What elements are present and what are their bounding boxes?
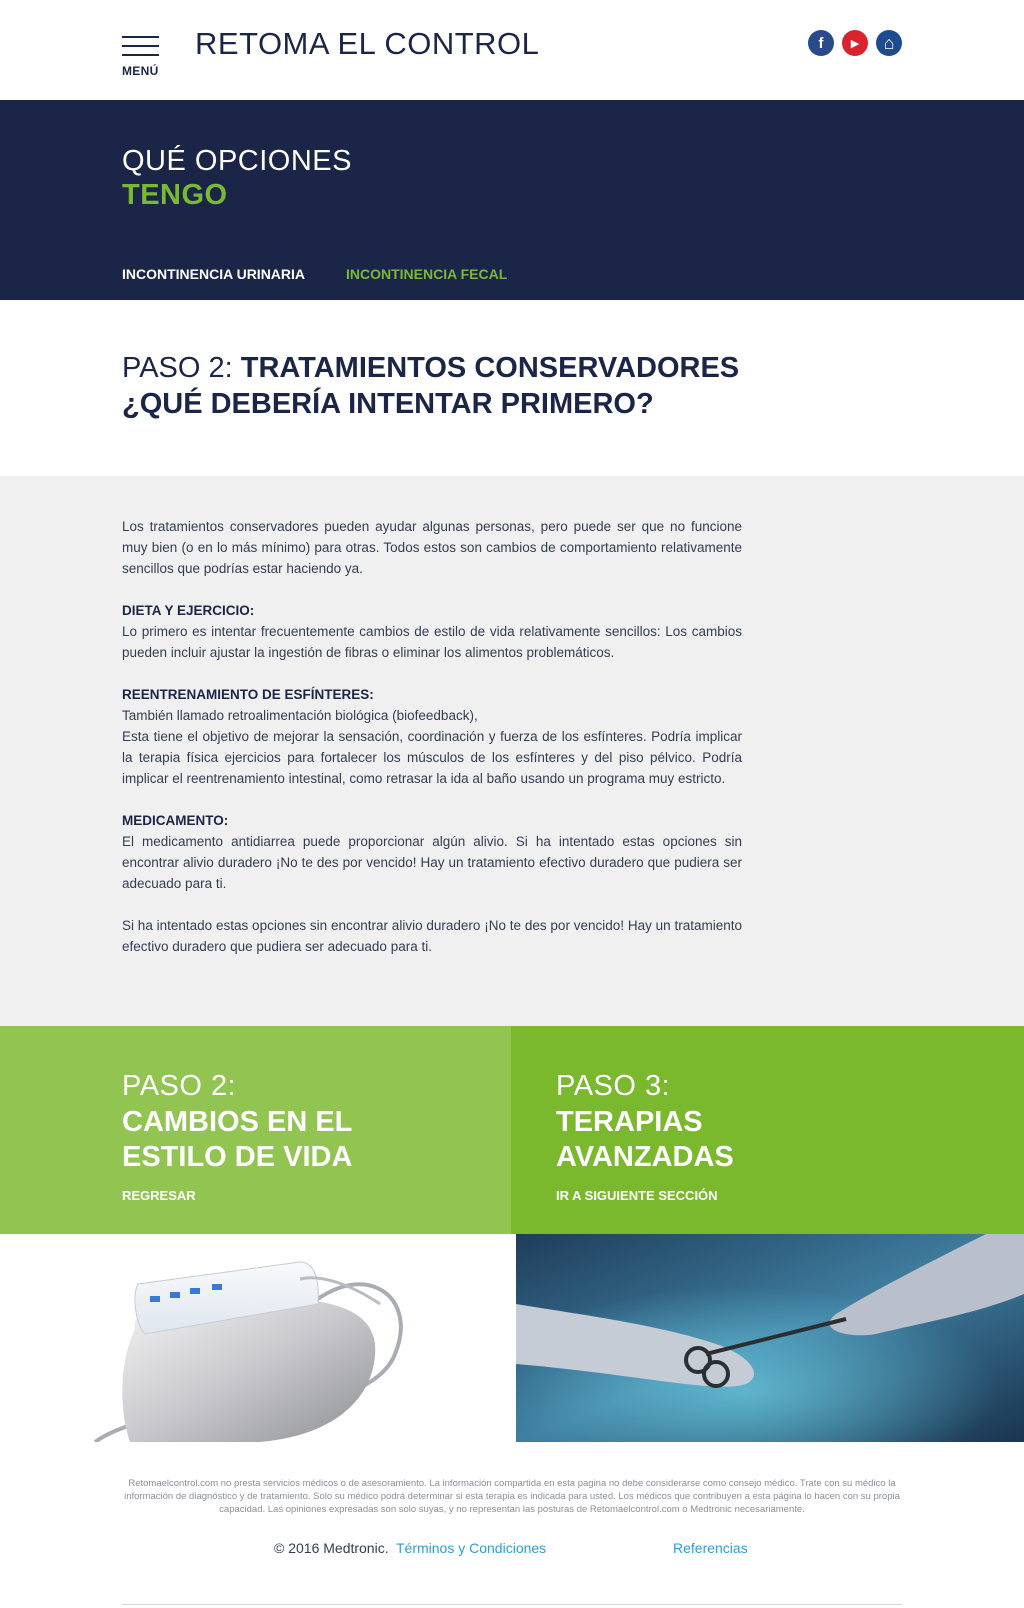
menu-button[interactable]	[122, 36, 160, 63]
tab-incontinencia-urinaria[interactable]: INCONTINENCIA URINARIA	[122, 266, 305, 282]
step-subtitle: ¿QUÉ DEBERÍA INTENTAR PRIMERO?	[122, 388, 654, 420]
site-header: MENÚ RETOMA EL CONTROL f ▶ ⌂	[0, 0, 1024, 100]
panel-paso-2[interactable]: PASO 2: CAMBIOS EN EL ESTILO DE VIDA REG…	[0, 1026, 511, 1234]
back-link[interactable]: REGRESAR	[122, 1188, 196, 1203]
step-heading: PASO 2: TRATAMIENTOS CONSERVADORES ¿QUÉ …	[122, 350, 902, 422]
panel-title-line1: TERAPIAS	[556, 1106, 703, 1138]
hero-title-line1: QUÉ OPCIONES	[122, 145, 352, 177]
terms-link[interactable]: Términos y Condiciones	[396, 1540, 546, 1556]
intro-paragraph: Los tratamientos conservadores pueden ay…	[122, 519, 742, 576]
hero-banner: QUÉ OPCIONES TENGO INCONTINENCIA URINARI…	[0, 100, 1024, 300]
surgery-hands-image	[516, 1234, 1024, 1442]
section-text: El medicamento antidiarrea puede proporc…	[122, 834, 742, 891]
section-heading: MEDICAMENTO:	[122, 813, 229, 828]
section-text: Lo primero es intentar frecuentemente ca…	[122, 624, 742, 660]
content-section: Los tratamientos conservadores pueden ay…	[0, 476, 1024, 1026]
section-text: También llamado retroalimentación biológ…	[122, 708, 478, 723]
facebook-icon[interactable]: f	[808, 30, 834, 56]
menu-label[interactable]: MENÚ	[122, 64, 159, 78]
section-text: Esta tiene el objetivo de mejorar la sen…	[122, 729, 742, 786]
panel-title: TERAPIAS AVANZADAS	[556, 1105, 856, 1175]
neurostimulator-device-image	[0, 1234, 511, 1442]
panel-step: PASO 3:	[556, 1070, 671, 1102]
section-medicamento: MEDICAMENTO: El medicamento antidiarrea …	[122, 810, 742, 894]
step-prefix: PASO 2:	[122, 352, 241, 384]
disclaimer: Retomaelcontrol.com no presta servicios …	[124, 1478, 900, 1515]
next-section-link[interactable]: IR A SIGUIENTE SECCIÓN	[556, 1188, 718, 1203]
hero-title-line2: TENGO	[122, 179, 228, 211]
section-heading: REENTRENAMIENTO DE ESFÍNTERES:	[122, 687, 374, 702]
tab-incontinencia-fecal[interactable]: INCONTINENCIA FECAL	[346, 266, 507, 282]
copyright: © 2016 Medtronic.	[274, 1540, 389, 1556]
menu-icon	[122, 36, 159, 38]
section-heading: DIETA Y EJERCICIO:	[122, 603, 255, 618]
section-reentrenamiento: REENTRENAMIENTO DE ESFÍNTERES: También l…	[122, 684, 742, 789]
section-dieta: DIETA Y EJERCICIO: Lo primero es intenta…	[122, 600, 742, 663]
youtube-icon[interactable]: ▶	[842, 30, 868, 56]
home-icon[interactable]: ⌂	[876, 30, 902, 56]
panel-paso-3[interactable]: PASO 3: TERAPIAS AVANZADAS IR A SIGUIENT…	[511, 1026, 1024, 1234]
footer-divider	[122, 1604, 902, 1605]
panel-title-line2: AVANZADAS	[556, 1141, 734, 1173]
panel-title-line2: ESTILO DE VIDA	[122, 1141, 353, 1173]
step-title: TRATAMIENTOS CONSERVADORES	[240, 352, 740, 384]
content-body: Los tratamientos conservadores pueden ay…	[122, 516, 742, 978]
site-title[interactable]: RETOMA EL CONTROL	[195, 26, 539, 62]
closing-paragraph: Si ha intentado estas opciones sin encon…	[122, 918, 742, 954]
panel-title-line1: CAMBIOS EN EL	[122, 1106, 353, 1138]
references-link[interactable]: Referencias	[673, 1540, 748, 1556]
panel-title: CAMBIOS EN EL ESTILO DE VIDA	[122, 1105, 422, 1175]
panel-step: PASO 2:	[122, 1070, 237, 1102]
